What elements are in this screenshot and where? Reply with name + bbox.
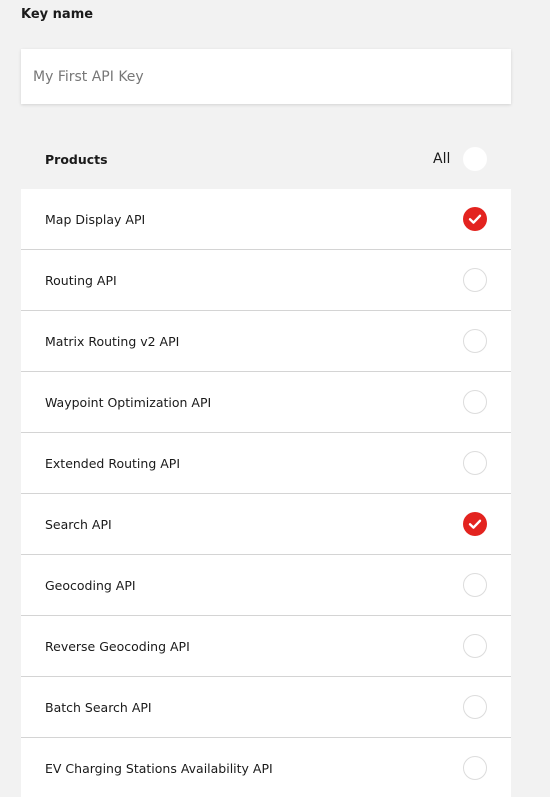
product-row[interactable]: Waypoint Optimization API bbox=[21, 372, 511, 433]
product-label: EV Charging Stations Availability API bbox=[45, 761, 273, 776]
product-checkbox[interactable] bbox=[463, 207, 487, 231]
product-row[interactable]: Routing API bbox=[21, 250, 511, 311]
product-label: Geocoding API bbox=[45, 578, 136, 593]
product-checkbox[interactable] bbox=[463, 573, 487, 597]
products-title: Products bbox=[45, 152, 108, 167]
product-row[interactable]: Geocoding API bbox=[21, 555, 511, 616]
product-row[interactable]: Map Display API bbox=[21, 189, 511, 250]
api-key-form: Key name Products All Map Display API Ro… bbox=[0, 0, 550, 797]
product-label: Extended Routing API bbox=[45, 456, 181, 471]
select-all-label: All bbox=[433, 151, 451, 167]
product-label: Batch Search API bbox=[45, 700, 152, 715]
key-name-label: Key name bbox=[21, 7, 94, 22]
product-checkbox[interactable] bbox=[463, 390, 487, 414]
checkmark-icon bbox=[468, 214, 482, 224]
checkmark-icon bbox=[468, 519, 482, 529]
product-checkbox[interactable] bbox=[463, 268, 487, 292]
product-row[interactable]: Reverse Geocoding API bbox=[21, 616, 511, 677]
product-label: Reverse Geocoding API bbox=[45, 639, 190, 654]
product-row[interactable]: Extended Routing API bbox=[21, 433, 511, 494]
product-row[interactable]: Search API bbox=[21, 494, 511, 555]
product-label: Matrix Routing v2 API bbox=[45, 334, 180, 349]
select-all-toggle[interactable] bbox=[463, 147, 487, 171]
products-header: Products All bbox=[21, 140, 511, 178]
product-checkbox[interactable] bbox=[463, 634, 487, 658]
product-label: Search API bbox=[45, 517, 112, 532]
product-checkbox[interactable] bbox=[463, 756, 487, 780]
product-row[interactable]: EV Charging Stations Availability API bbox=[21, 738, 511, 797]
product-label: Waypoint Optimization API bbox=[45, 395, 212, 410]
product-checkbox[interactable] bbox=[463, 329, 487, 353]
product-row[interactable]: Matrix Routing v2 API bbox=[21, 311, 511, 372]
product-checkbox[interactable] bbox=[463, 512, 487, 536]
product-label: Routing API bbox=[45, 273, 117, 288]
product-list: Map Display API Routing API Matrix Routi… bbox=[21, 189, 511, 797]
product-checkbox[interactable] bbox=[463, 695, 487, 719]
product-checkbox[interactable] bbox=[463, 451, 487, 475]
product-row[interactable]: Batch Search API bbox=[21, 677, 511, 738]
product-label: Map Display API bbox=[45, 212, 146, 227]
key-name-input[interactable] bbox=[21, 49, 511, 104]
